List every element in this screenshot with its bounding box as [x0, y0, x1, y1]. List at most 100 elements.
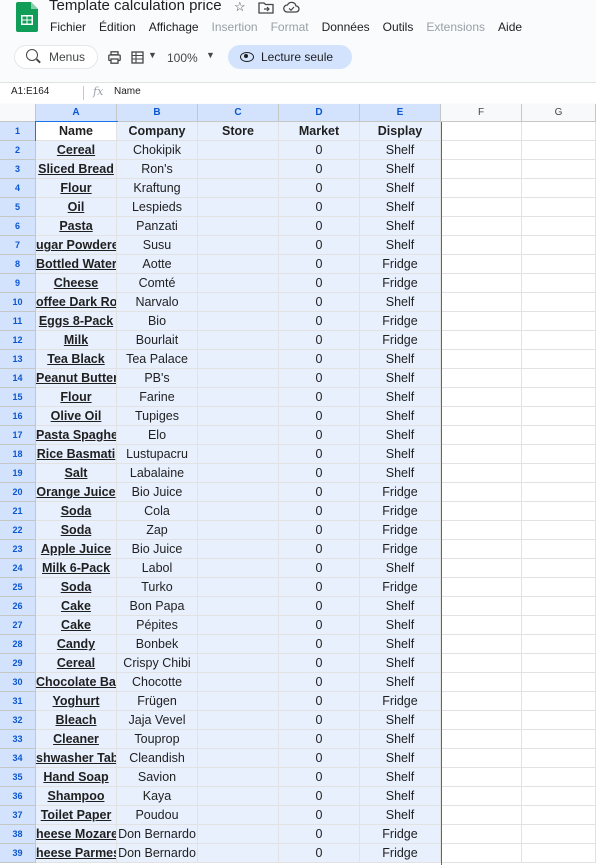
- cell-a[interactable]: shwasher Tabl: [36, 749, 117, 768]
- cell-b[interactable]: Jaja Vevel: [117, 711, 198, 730]
- cell-b[interactable]: PB's: [117, 369, 198, 388]
- cell-c[interactable]: [198, 654, 279, 673]
- cell-f[interactable]: [441, 825, 522, 844]
- cell-c[interactable]: [198, 426, 279, 445]
- cell-e[interactable]: Fridge: [360, 483, 441, 502]
- cell-f[interactable]: [441, 369, 522, 388]
- document-title[interactable]: Template calculation price: [49, 0, 222, 14]
- cell-e[interactable]: Shelf: [360, 730, 441, 749]
- cell-f[interactable]: [441, 521, 522, 540]
- cell-c[interactable]: Store: [198, 122, 279, 141]
- cell-c[interactable]: [198, 692, 279, 711]
- cell-e[interactable]: Shelf: [360, 749, 441, 768]
- cell-f[interactable]: [441, 654, 522, 673]
- cell-c[interactable]: [198, 160, 279, 179]
- cell-f[interactable]: [441, 749, 522, 768]
- read-only-badge[interactable]: Lecture seule: [228, 45, 352, 69]
- cell-a[interactable]: Apple Juice: [36, 540, 117, 559]
- cell-a[interactable]: Hand Soap: [36, 768, 117, 787]
- cell-f[interactable]: [441, 350, 522, 369]
- menu-item[interactable]: Données: [322, 20, 370, 34]
- cell-c[interactable]: [198, 217, 279, 236]
- cell-d[interactable]: 0: [279, 331, 360, 350]
- cell-e[interactable]: Shelf: [360, 236, 441, 255]
- row-header[interactable]: 11: [0, 312, 36, 331]
- column-header-f[interactable]: F: [441, 104, 522, 122]
- cell-d[interactable]: 0: [279, 635, 360, 654]
- cell-g[interactable]: [522, 749, 596, 768]
- cell-d[interactable]: 0: [279, 274, 360, 293]
- cell-g[interactable]: [522, 407, 596, 426]
- cell-f[interactable]: [441, 445, 522, 464]
- cell-c[interactable]: [198, 844, 279, 863]
- cell-a[interactable]: Cleaner: [36, 730, 117, 749]
- cell-a[interactable]: Bottled Water: [36, 255, 117, 274]
- cell-d[interactable]: 0: [279, 198, 360, 217]
- cell-b[interactable]: Don Bernardo: [117, 825, 198, 844]
- cell-g[interactable]: [522, 711, 596, 730]
- cell-d[interactable]: 0: [279, 445, 360, 464]
- cell-g[interactable]: [522, 388, 596, 407]
- cell-d[interactable]: 0: [279, 255, 360, 274]
- row-header[interactable]: 20: [0, 483, 36, 502]
- cell-f[interactable]: [441, 635, 522, 654]
- cell-g[interactable]: [522, 730, 596, 749]
- cell-b[interactable]: Narvalo: [117, 293, 198, 312]
- cell-c[interactable]: [198, 255, 279, 274]
- cell-f[interactable]: [441, 540, 522, 559]
- cell-a[interactable]: Pasta Spaghett: [36, 426, 117, 445]
- cell-g[interactable]: [522, 274, 596, 293]
- cell-d[interactable]: 0: [279, 350, 360, 369]
- cell-e[interactable]: Fridge: [360, 578, 441, 597]
- cell-g[interactable]: [522, 198, 596, 217]
- cell-c[interactable]: [198, 673, 279, 692]
- cell-f[interactable]: [441, 711, 522, 730]
- row-header[interactable]: 23: [0, 540, 36, 559]
- cell-a[interactable]: Shampoo: [36, 787, 117, 806]
- row-header[interactable]: 39: [0, 844, 36, 863]
- cell-c[interactable]: [198, 787, 279, 806]
- cell-g[interactable]: [522, 825, 596, 844]
- column-header-a[interactable]: A: [36, 104, 117, 122]
- cell-b[interactable]: Savion: [117, 768, 198, 787]
- cell-g[interactable]: [522, 179, 596, 198]
- cell-e[interactable]: Fridge: [360, 331, 441, 350]
- cell-g[interactable]: [522, 559, 596, 578]
- cell-a[interactable]: Soda: [36, 521, 117, 540]
- cell-d[interactable]: 0: [279, 179, 360, 198]
- row-header[interactable]: 5: [0, 198, 36, 217]
- cell-b[interactable]: Kraftung: [117, 179, 198, 198]
- cell-d[interactable]: 0: [279, 806, 360, 825]
- cell-g[interactable]: [522, 217, 596, 236]
- cell-b[interactable]: Crispy Chibi: [117, 654, 198, 673]
- cell-e[interactable]: Fridge: [360, 844, 441, 863]
- row-header[interactable]: 38: [0, 825, 36, 844]
- cell-a[interactable]: Milk 6-Pack: [36, 559, 117, 578]
- cell-c[interactable]: [198, 369, 279, 388]
- cell-b[interactable]: Don Bernardo: [117, 844, 198, 863]
- cell-d[interactable]: 0: [279, 673, 360, 692]
- cell-a[interactable]: Orange Juice: [36, 483, 117, 502]
- cell-b[interactable]: Pépites: [117, 616, 198, 635]
- cell-e[interactable]: Shelf: [360, 464, 441, 483]
- menu-item[interactable]: Aide: [498, 20, 522, 34]
- cell-g[interactable]: [522, 616, 596, 635]
- cell-g[interactable]: [522, 483, 596, 502]
- row-header[interactable]: 27: [0, 616, 36, 635]
- cell-d[interactable]: 0: [279, 730, 360, 749]
- cell-f[interactable]: [441, 217, 522, 236]
- cell-f[interactable]: [441, 331, 522, 350]
- row-header[interactable]: 35: [0, 768, 36, 787]
- menus-search[interactable]: Menus: [14, 45, 98, 69]
- cell-a[interactable]: Oil: [36, 198, 117, 217]
- cell-f[interactable]: [441, 407, 522, 426]
- cell-e[interactable]: Shelf: [360, 673, 441, 692]
- cell-c[interactable]: [198, 388, 279, 407]
- cell-f[interactable]: [441, 274, 522, 293]
- chevron-down-icon[interactable]: ▼: [148, 50, 157, 60]
- cell-c[interactable]: [198, 502, 279, 521]
- cell-g[interactable]: [522, 654, 596, 673]
- cell-d[interactable]: 0: [279, 388, 360, 407]
- cell-f[interactable]: [441, 141, 522, 160]
- cell-a[interactable]: Soda: [36, 578, 117, 597]
